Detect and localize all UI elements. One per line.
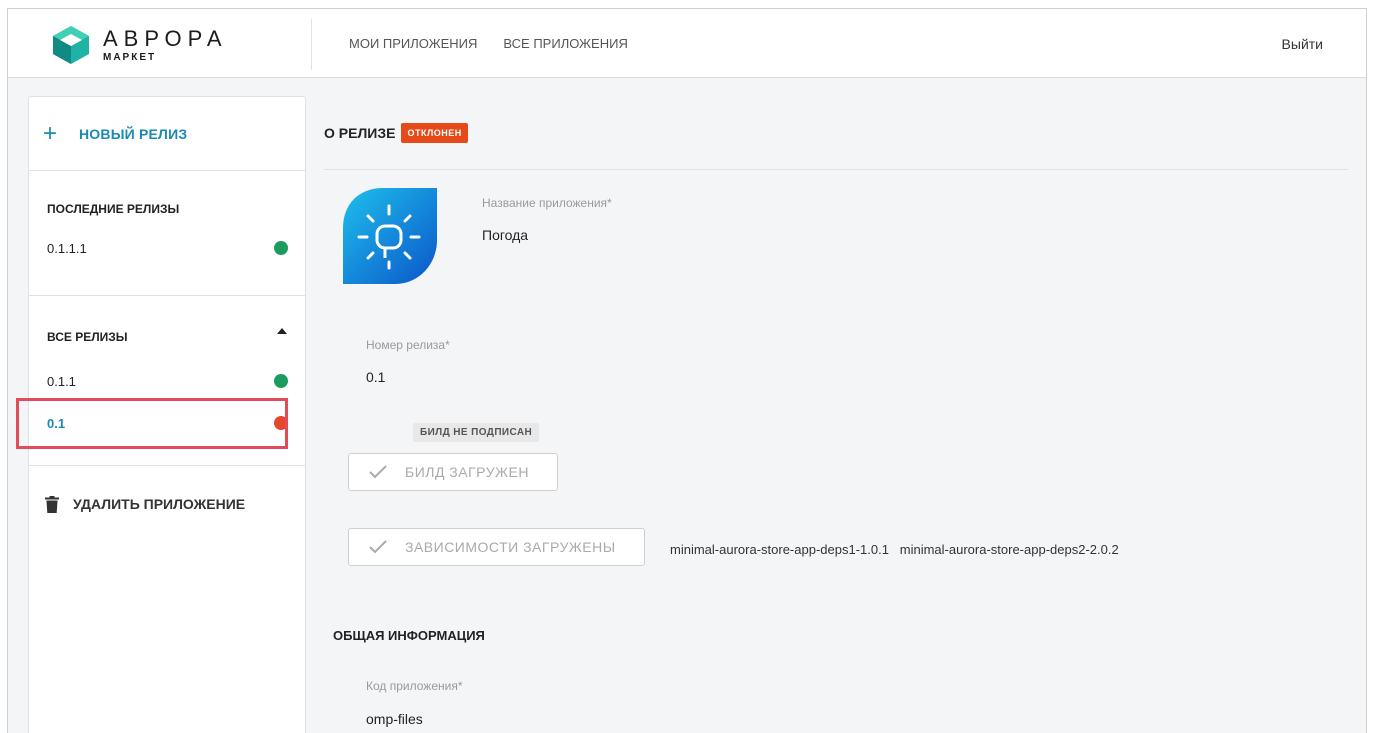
latest-releases-section: ПОСЛЕДНИЕ РЕЛИЗЫ 0.1.1.1 [29,171,305,296]
release-sidebar: + НОВЫЙ РЕЛИЗ ПОСЛЕДНИЕ РЕЛИЗЫ 0.1.1.1 В… [16,96,306,733]
deps-uploaded-button[interactable]: ЗАВИСИМОСТИ ЗАГРУЖЕНЫ [348,528,645,566]
release-label: 0.1.1.1 [47,240,87,256]
general-info-title: ОБЩАЯ ИНФОРМАЦИЯ [333,628,485,643]
app-name-value: Погода [482,227,529,243]
top-header: АВРОРА МАРКЕТ МОИ ПРИЛОЖЕНИЯ ВСЕ ПРИЛОЖЕ… [8,9,1366,78]
new-release-button[interactable]: + НОВЫЙ РЕЛИЗ [29,97,305,171]
logout-link[interactable]: Выйти [1282,36,1323,52]
app-code-value: omp-files [366,711,423,727]
release-item-0-1-1-1[interactable]: 0.1.1.1 [29,227,305,269]
release-details: О РЕЛИЗЕ ОТКЛОНЕН Название приложения* П… [324,96,1348,733]
delete-app-label: УДАЛИТЬ ПРИЛОЖЕНИЕ [73,496,246,512]
logo-title: АВРОРА [103,25,228,51]
release-number-label: Номер релиза* [366,338,450,352]
brand-logo[interactable]: АВРОРА МАРКЕТ [51,23,261,67]
main-nav: МОИ ПРИЛОЖЕНИЯ ВСЕ ПРИЛОЖЕНИЯ [349,9,628,78]
build-unsigned-tag: БИЛД НЕ ПОДПИСАН [413,423,540,442]
check-icon [369,540,387,554]
aurora-logo-icon [53,26,89,64]
latest-releases-heading: ПОСЛЕДНИЕ РЕЛИЗЫ [47,202,180,216]
trash-icon [45,495,59,513]
dependency-list: minimal-aurora-store-app-deps1-1.0.1 min… [670,542,1119,557]
new-release-label: НОВЫЙ РЕЛИЗ [79,125,188,142]
logo-subtitle: МАРКЕТ [103,51,157,63]
release-number-value: 0.1 [366,369,386,385]
page-title: О РЕЛИЗЕ [324,124,396,141]
all-releases-section: ВСЕ РЕЛИЗЫ 0.1.1 0.1 [16,296,305,466]
release-item-0-1[interactable]: 0.1 [16,398,305,449]
all-releases-toggle[interactable]: ВСЕ РЕЛИЗЫ [29,296,305,350]
app-name-label: Название приложения* [482,196,612,210]
plus-icon: + [43,119,58,147]
status-badge: ОТКЛОНЕН [401,122,468,143]
release-label: 0.1.1 [47,373,76,389]
release-header: О РЕЛИЗЕ ОТКЛОНЕН [324,96,1348,170]
app-window: АВРОРА МАРКЕТ МОИ ПРИЛОЖЕНИЯ ВСЕ ПРИЛОЖЕ… [7,8,1367,733]
status-dot-green [274,374,288,388]
check-icon [369,465,387,479]
all-releases-heading: ВСЕ РЕЛИЗЫ [47,330,128,344]
release-item-0-1-1[interactable]: 0.1.1 [29,360,305,402]
build-uploaded-label: БИЛД ЗАГРУЖЕН [405,464,529,480]
header-divider [311,19,312,70]
status-dot-red [274,416,288,430]
status-dot-green [274,241,288,255]
build-uploaded-button[interactable]: БИЛД ЗАГРУЖЕН [348,453,558,491]
deps-uploaded-label: ЗАВИСИМОСТИ ЗАГРУЖЕНЫ [405,539,616,555]
delete-app-button[interactable]: УДАЛИТЬ ПРИЛОЖЕНИЕ [29,466,305,542]
nav-my-apps[interactable]: МОИ ПРИЛОЖЕНИЯ [349,36,477,51]
nav-all-apps[interactable]: ВСЕ ПРИЛОЖЕНИЯ [503,36,627,51]
app-code-label: Код приложения* [366,679,463,693]
weather-sun-icon [343,188,437,284]
release-label: 0.1 [47,415,66,431]
caret-up-icon [277,328,287,334]
